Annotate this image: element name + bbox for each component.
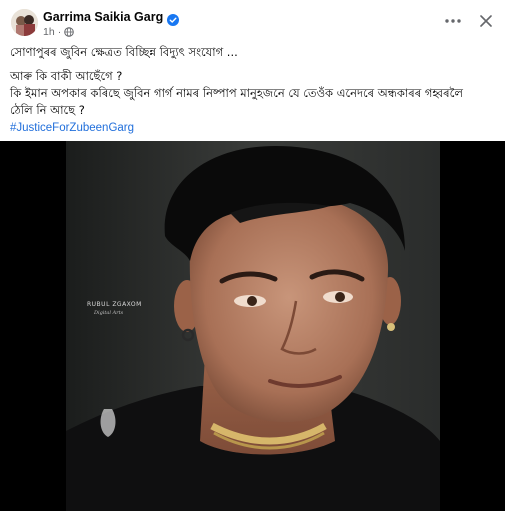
post-line: ঠেলি নি আছে ? bbox=[10, 103, 85, 117]
post-header: Garrima Saikia Garg 1h · bbox=[0, 0, 505, 44]
author-avatar[interactable] bbox=[11, 9, 38, 36]
post-time[interactable]: 1h bbox=[43, 26, 55, 38]
globe-icon bbox=[64, 27, 74, 37]
more-options-button[interactable] bbox=[441, 9, 465, 33]
post-line: সোণাপুৰৰ জুবিন ক্ষেত্ৰত বিচ্ছিন্ন বিদ্যু… bbox=[10, 45, 238, 59]
post-photo[interactable]: RUBUL ZGAXOM Digital Arts bbox=[0, 141, 505, 511]
post-meta: 1h · bbox=[43, 26, 74, 38]
photo-watermark-sub: Digital Arts bbox=[94, 310, 124, 316]
more-horizontal-icon bbox=[445, 19, 461, 23]
author-name[interactable]: Garrima Saikia Garg bbox=[43, 10, 163, 24]
post-body: সোণাপুৰৰ জুবিন ক্ষেত্ৰত বিচ্ছিন্ন বিদ্যু… bbox=[10, 44, 498, 137]
photo-watermark: RUBUL ZGAXOM bbox=[87, 301, 142, 308]
post-line: আৰু কি বাকী আছেঁগে ? bbox=[10, 69, 123, 83]
close-icon bbox=[480, 15, 492, 27]
post-line: কি ইমান অপকাৰ কৰিছে জুবিন গাৰ্গ নামৰ নিষ… bbox=[10, 86, 463, 100]
close-button[interactable] bbox=[474, 9, 498, 33]
hashtag-link[interactable]: #JusticeForZubeenGarg bbox=[10, 122, 134, 134]
verified-badge-icon bbox=[167, 11, 180, 26]
meta-separator: · bbox=[57, 26, 62, 38]
